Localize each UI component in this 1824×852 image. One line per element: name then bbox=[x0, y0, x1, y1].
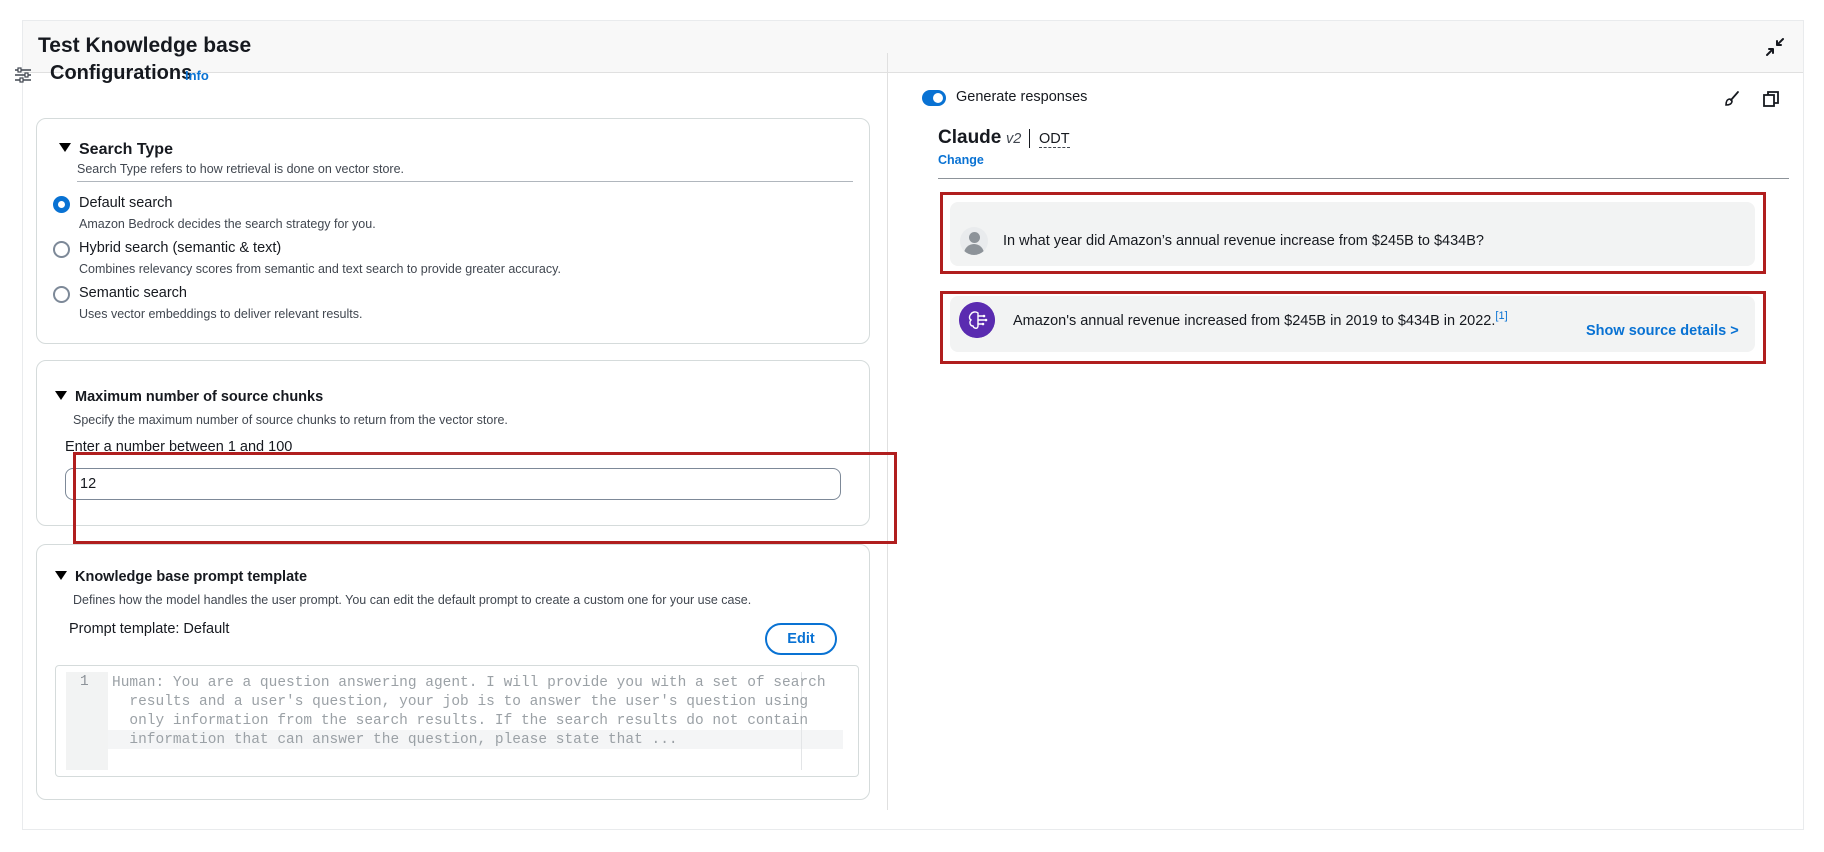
prompt-code-editor[interactable]: 1 Human: You are a question answering ag… bbox=[55, 665, 859, 777]
prompt-template-description: Defines how the model handles the user p… bbox=[73, 593, 752, 607]
max-chunks-toggle[interactable]: Maximum number of source chunks bbox=[55, 389, 323, 405]
panel-title: Test Knowledge base bbox=[38, 34, 252, 57]
highlight-max-chunks bbox=[73, 452, 897, 544]
max-chunks-title: Maximum number of source chunks bbox=[75, 389, 324, 405]
model-throughput-badge[interactable]: ODT bbox=[1039, 131, 1070, 148]
radio-description: Combines relevancy scores from semantic … bbox=[79, 262, 561, 276]
caret-down-icon bbox=[55, 570, 67, 580]
code-line: information that can answer the question… bbox=[112, 732, 678, 748]
highlight-bot-message bbox=[940, 291, 1766, 364]
prompt-template-title: Knowledge base prompt template bbox=[75, 569, 308, 585]
section-divider bbox=[77, 181, 853, 182]
search-type-card: Search Type Search Type refers to how re… bbox=[36, 118, 870, 344]
model-name: Claude bbox=[938, 127, 1002, 148]
model-separator bbox=[1029, 129, 1030, 148]
prompt-template-card: Knowledge base prompt template Defines h… bbox=[36, 544, 870, 800]
panel-header: Test Knowledge base bbox=[23, 21, 1803, 73]
sliders-icon[interactable] bbox=[12, 64, 34, 86]
search-type-title: Search Type bbox=[79, 141, 173, 158]
search-type-toggle[interactable]: Search Type bbox=[59, 141, 173, 159]
generate-responses-toggle[interactable] bbox=[922, 90, 946, 106]
radio-description: Uses vector embeddings to deliver releva… bbox=[79, 307, 363, 321]
prompt-template-label: Prompt template: Default bbox=[69, 621, 230, 637]
code-text: Human: You are a question answering agen… bbox=[112, 674, 826, 750]
collapse-arrows-icon[interactable] bbox=[1763, 35, 1787, 59]
code-line-number: 1 bbox=[80, 674, 89, 690]
column-divider bbox=[887, 53, 888, 810]
caret-down-icon bbox=[55, 390, 67, 400]
info-link[interactable]: Info bbox=[185, 68, 209, 83]
prompt-template-toggle[interactable]: Knowledge base prompt template bbox=[55, 569, 307, 585]
copy-icon[interactable] bbox=[1762, 90, 1780, 108]
model-version: v2 bbox=[1006, 131, 1022, 147]
change-model-link[interactable]: Change bbox=[938, 153, 984, 167]
radio-label: Default search bbox=[79, 195, 173, 211]
search-type-description: Search Type refers to how retrieval is d… bbox=[77, 162, 405, 176]
model-divider bbox=[938, 178, 1789, 179]
radio-description: Amazon Bedrock decides the search strate… bbox=[79, 217, 376, 231]
code-line: only information from the search results… bbox=[112, 713, 809, 729]
edit-prompt-button[interactable]: Edit bbox=[765, 623, 837, 655]
radio-button-selected[interactable] bbox=[53, 196, 70, 213]
generate-responses-label: Generate responses bbox=[956, 89, 1088, 105]
radio-label: Semantic search bbox=[79, 285, 187, 301]
code-line: Human: You are a question answering agen… bbox=[112, 675, 826, 691]
max-chunks-description: Specify the maximum number of source chu… bbox=[73, 413, 508, 427]
caret-down-icon bbox=[59, 143, 71, 153]
radio-button[interactable] bbox=[53, 241, 70, 258]
highlight-user-message bbox=[940, 192, 1766, 274]
code-line: results and a user's question, your job … bbox=[112, 694, 809, 710]
brush-icon[interactable] bbox=[1722, 89, 1742, 109]
toggle-knob bbox=[933, 93, 943, 103]
radio-button[interactable] bbox=[53, 286, 70, 303]
radio-label: Hybrid search (semantic & text) bbox=[79, 240, 282, 256]
configurations-title: Configurations bbox=[50, 62, 193, 84]
